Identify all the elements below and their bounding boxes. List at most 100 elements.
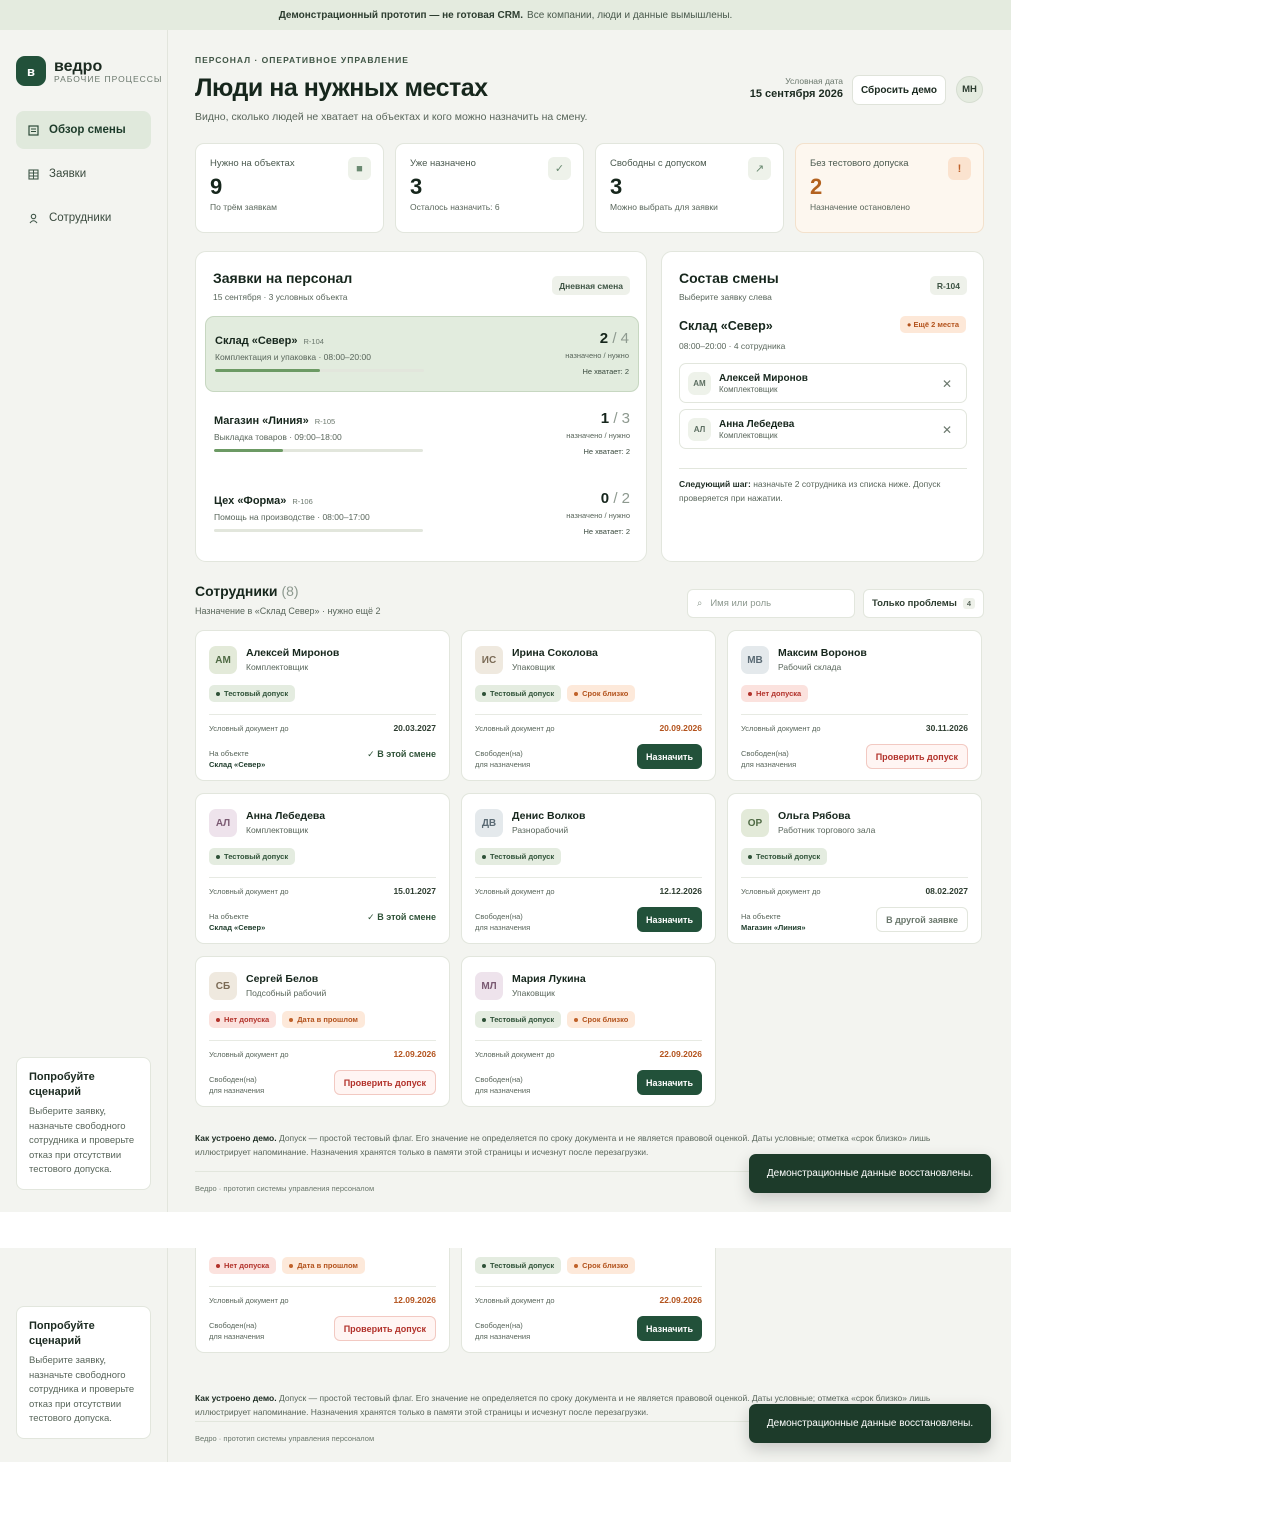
assign-button[interactable]: Назначить (636, 907, 702, 932)
brand-name: ведро (54, 57, 103, 75)
toast: Демонстрационные данные восстановлены. (749, 1154, 991, 1193)
search-input[interactable]: ⌕ Имя или роль (687, 589, 855, 618)
status-badge: Срок близко (567, 1011, 636, 1028)
order-total: / 2 (613, 490, 630, 507)
dot-icon (216, 854, 220, 859)
dot-icon (574, 691, 579, 696)
status-line-2: для назначения (741, 760, 797, 769)
check-clearance-button[interactable]: Проверить допуск (333, 1070, 436, 1095)
remove-icon[interactable]: ✕ (942, 423, 952, 437)
stat-assigned: Уже назначено 3 Осталось назначить: 6 ✓ (395, 143, 584, 233)
employee-name: Ирина Соколова (512, 647, 598, 659)
sidebar-item-orders[interactable]: Заявки (16, 155, 151, 193)
avatar: МЛ (475, 972, 503, 1000)
employees-title: Сотрудники (8) (195, 583, 299, 599)
banner-strong: Демонстрационный прототип — не готовая C… (278, 9, 524, 21)
in-shift-label: ✓ В этой смене (367, 749, 436, 759)
order-counts: 2 / 4 назначено / нужно Не хватает: 2 (565, 330, 629, 376)
list-icon (28, 124, 39, 136)
status-line-1: Свободен(на) (475, 749, 523, 758)
dot-icon (574, 1017, 579, 1022)
status-badge-label: Нет допуска (756, 689, 802, 698)
brand-logo[interactable]: в ведро РАБОЧИЕ ПРОЦЕССЫ (16, 56, 162, 86)
status-badge-label: Дата в прошлом (297, 1261, 358, 1270)
person-icon (28, 213, 39, 224)
status-line-2: для назначения (209, 1332, 265, 1341)
status-badge: Тестовый допуск (475, 1011, 562, 1028)
reset-demo-button[interactable]: Сбросить демо (852, 75, 946, 105)
status-line-2: Магазин «Линия» (741, 923, 806, 932)
order-count: 1 / 3 (566, 410, 630, 427)
search-icon: ⌕ (697, 598, 703, 609)
status-badge: Нет допуска (209, 1257, 277, 1274)
employee-card: АЛ Анна Лебедева Комплектовщик Тестовый доп… (195, 793, 450, 944)
other-order-button[interactable]: В другой заявке (876, 907, 968, 932)
employees-count: (8) (281, 583, 299, 599)
orders-title: Заявки на персонал (213, 270, 353, 286)
stat-note: Можно выбрать для заявки (610, 202, 718, 212)
stat-value: 3 (610, 174, 623, 199)
order-total: / 3 (613, 410, 630, 427)
dot-icon (748, 691, 752, 696)
dot-icon (482, 1263, 486, 1268)
arrow-icon: ↗ (748, 157, 771, 180)
user-avatar[interactable]: МН (956, 76, 983, 103)
crew-member-role: Комплектовщик (719, 430, 778, 440)
status-line-1: На объекте (741, 912, 781, 921)
crew-object: Склад «Север» (679, 319, 773, 333)
status-badge-label: Нет допуска (224, 1261, 270, 1270)
order-row[interactable]: Склад «Север» R-104 Комплектация и упаковк… (205, 316, 639, 392)
employee-role: Разнорабочий (512, 825, 569, 835)
status-line-1: На объекте (209, 912, 249, 921)
sidebar-item-employees[interactable]: Сотрудники (16, 199, 151, 237)
doc-label: Условный документ до (209, 1296, 289, 1305)
filter-label: Только проблемы (871, 598, 957, 609)
check-clearance-button[interactable]: Проверить допуск (865, 744, 968, 769)
employee-tags: Тестовый допуск Срок близко (475, 1011, 636, 1028)
employee-status: На объекте Склад «Север» (209, 748, 265, 770)
banner-text: Все компании, люди и данные вымышлены. (527, 9, 733, 21)
order-assigned: 0 (600, 490, 610, 507)
try-title: Попробуйте сценарий (29, 1320, 95, 1347)
assign-button[interactable]: Назначить (636, 744, 702, 769)
doc-date: 08.02.2027 (925, 886, 968, 896)
doc-date: 12.12.2026 (659, 886, 702, 896)
doc-label: Условный документ до (475, 887, 555, 896)
employee-status: Свободен(на) для назначения (475, 1320, 530, 1342)
status-badge: Дата в прошлом (282, 1011, 365, 1028)
stat-label: Уже назначено (410, 158, 476, 169)
doc-date: 20.09.2026 (659, 723, 702, 733)
crew-member-role: Комплектовщик (719, 384, 778, 394)
order-count-label: назначено / нужно (565, 351, 629, 360)
date-value: 15 сентября 2026 (749, 88, 843, 100)
dot-icon (216, 691, 220, 696)
divider (209, 877, 436, 878)
square-icon: ■ (348, 157, 371, 180)
order-progress (214, 529, 423, 532)
order-count-label: назначено / нужно (566, 431, 630, 440)
employee-card: МЛ Мария Лукина Упаковщик Тестовый допуск Ср… (461, 956, 716, 1107)
stat-no-clearance: Без тестового допуска 2 Назначение остан… (795, 143, 984, 233)
status-line-2: для назначения (475, 1086, 531, 1095)
avatar: АМ (688, 371, 711, 395)
sidebar-item-overview[interactable]: Обзор смены (16, 111, 151, 149)
sidebar-item-label: Заявки (49, 168, 87, 180)
try-title: Попробуйте сценарий (29, 1071, 95, 1098)
order-progress (215, 369, 424, 372)
divider (475, 1040, 702, 1041)
doc-date: 22.09.2026 (659, 1049, 702, 1059)
assign-button[interactable]: Назначить (636, 1316, 702, 1341)
order-progress-fill (214, 449, 283, 452)
order-row[interactable]: Магазин «Линия» R-105 Выкладка товаров · 0… (205, 397, 639, 473)
avatar: СБ (209, 972, 237, 1000)
divider (475, 1286, 702, 1287)
assign-button[interactable]: Назначить (636, 1070, 702, 1095)
problems-filter-button[interactable]: Только проблемы 4 (863, 589, 984, 618)
check-clearance-button[interactable]: Проверить допуск (333, 1316, 436, 1341)
remove-icon[interactable]: ✕ (942, 377, 952, 391)
employee-tags: Нет допуска (741, 685, 809, 702)
order-shortage: Не хватает: 2 (583, 447, 630, 456)
app-frame: Демонстрационный прототип — не готовая C… (0, 0, 1011, 1212)
order-row[interactable]: Цех «Форма» R-106 Помощь на производстве ·… (205, 477, 639, 553)
orders-card: Заявки на персонал 15 сентября · 3 услов… (195, 251, 647, 562)
